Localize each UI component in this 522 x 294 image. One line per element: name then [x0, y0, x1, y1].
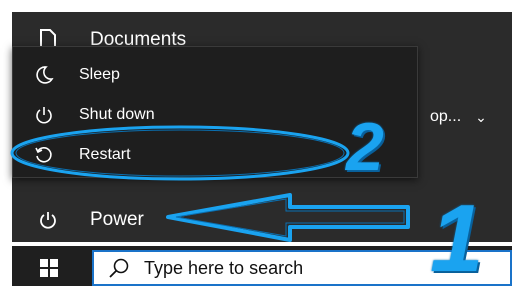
- moon-icon: [29, 65, 59, 85]
- chevron-down-icon: ⌄: [475, 108, 487, 125]
- power-icon: [34, 210, 62, 230]
- sleep-menu-item[interactable]: Sleep: [13, 55, 417, 95]
- windows-start-icon[interactable]: [40, 259, 58, 277]
- shutdown-label: Shut down: [79, 106, 155, 123]
- power-icon: [29, 105, 59, 125]
- expand-item-label: op...: [430, 108, 462, 125]
- power-label: Power: [90, 209, 144, 230]
- restart-label: Restart: [79, 146, 131, 163]
- power-button[interactable]: Power: [12, 198, 144, 242]
- restart-icon: [29, 145, 59, 165]
- sleep-label: Sleep: [79, 66, 120, 83]
- search-placeholder: Type here to search: [144, 257, 304, 278]
- step-number-1: 1: [430, 185, 484, 292]
- expand-item[interactable]: op... ⌄: [430, 108, 487, 126]
- search-icon: [108, 257, 132, 279]
- step-number-2: 2: [346, 109, 384, 185]
